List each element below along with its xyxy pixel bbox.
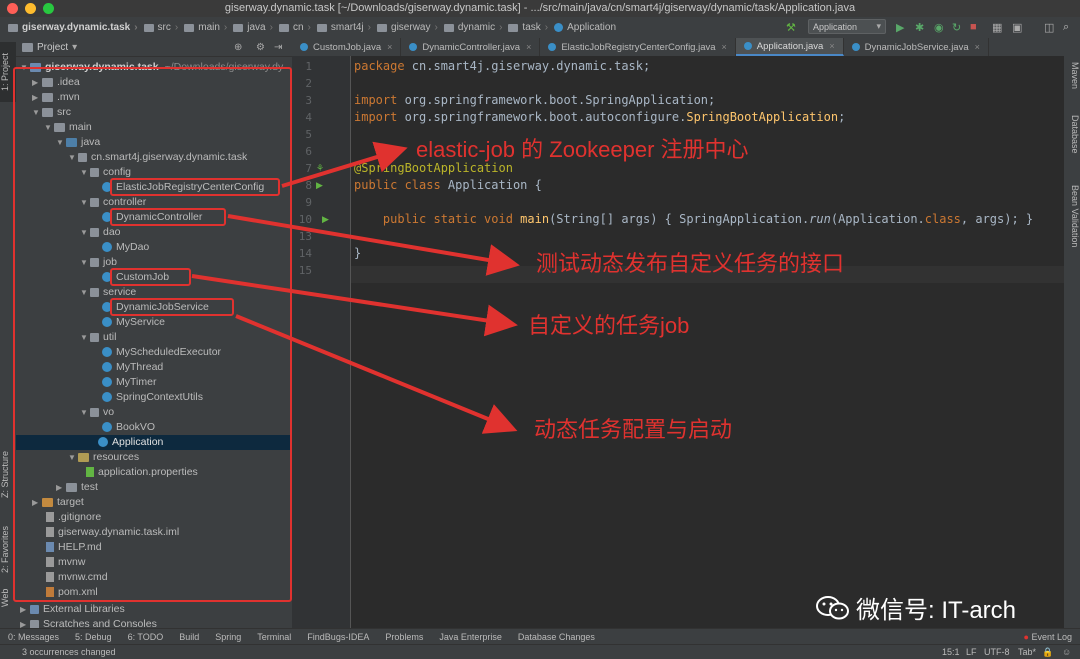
tool-java-enterprise[interactable]: Java Enterprise bbox=[439, 632, 502, 642]
inspector-icon[interactable]: ☺ bbox=[1062, 647, 1071, 657]
line-separator[interactable]: LF bbox=[966, 647, 977, 657]
tool-messages[interactable]: 0: Messages bbox=[8, 632, 59, 642]
file-encoding[interactable]: UTF-8 bbox=[984, 647, 1010, 657]
indent-setting[interactable]: Tab* bbox=[1018, 647, 1036, 657]
wechat-icon bbox=[816, 595, 849, 619]
status-bar: 3 occurrences changed 15:1 LF UTF-8 Tab*… bbox=[0, 644, 1080, 659]
tool-problems[interactable]: Problems bbox=[385, 632, 423, 642]
tool-database-changes[interactable]: Database Changes bbox=[518, 632, 595, 642]
arrow-config bbox=[281, 141, 408, 188]
tool-spring[interactable]: Spring bbox=[215, 632, 241, 642]
lock-icon[interactable]: 🔒 bbox=[1042, 647, 1053, 658]
tool-terminal[interactable]: Terminal bbox=[257, 632, 291, 642]
annotation-job-service: 动态任务配置与启动 bbox=[534, 417, 733, 442]
annotation-controller-api: 测试动态发布自定义任务的接口 bbox=[536, 251, 845, 276]
caret-position[interactable]: 15:1 bbox=[942, 647, 960, 657]
annotation-custom-job: 自定义的任务job bbox=[528, 313, 690, 338]
tool-debug[interactable]: 5: Debug bbox=[75, 632, 112, 642]
arrow-controller bbox=[227, 214, 520, 276]
arrow-service bbox=[235, 314, 518, 434]
status-message: 3 occurrences changed bbox=[22, 647, 116, 657]
annotation-registry-center: elastic-job 的 Zookeeper 注册中心 bbox=[416, 137, 749, 162]
watermark: 微信号: IT-arch bbox=[816, 590, 1016, 625]
tool-findbugs[interactable]: FindBugs-IDEA bbox=[307, 632, 369, 642]
tool-build[interactable]: Build bbox=[179, 632, 199, 642]
tool-todo[interactable]: 6: TODO bbox=[128, 632, 164, 642]
error-badge-icon: ● bbox=[1023, 632, 1029, 642]
tool-event-log[interactable]: ● Event Log bbox=[1024, 632, 1072, 642]
tool-window-bar: 0: Messages 5: Debug 6: TODO Build Sprin… bbox=[0, 628, 1080, 645]
